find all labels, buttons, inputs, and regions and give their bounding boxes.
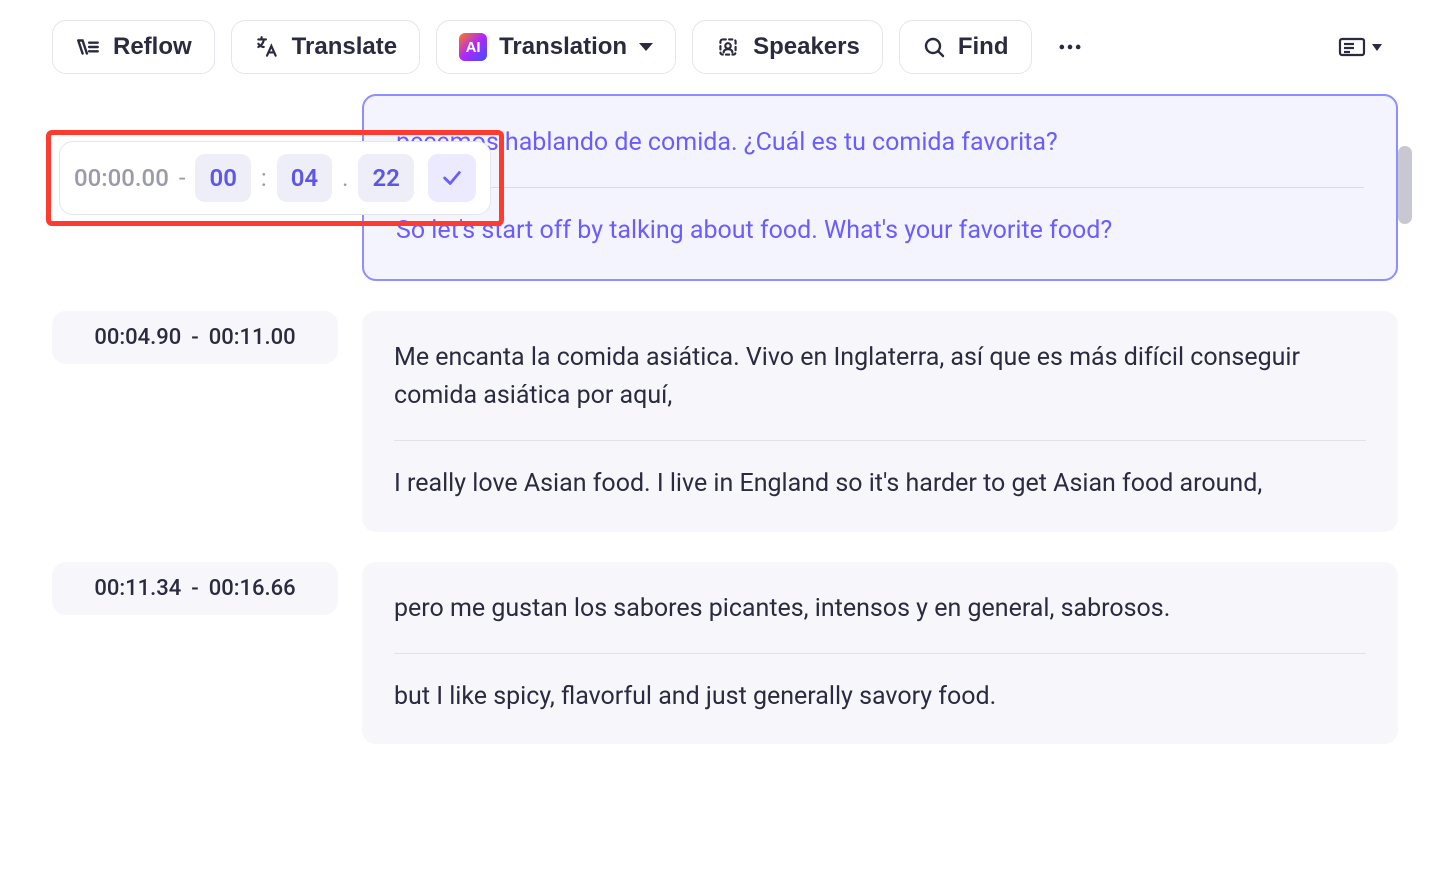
segment-divider	[394, 653, 1366, 654]
reflow-button[interactable]: Reflow	[52, 20, 215, 74]
time-editor-centis[interactable]: 22	[358, 154, 413, 202]
more-menu-button[interactable]	[1048, 25, 1092, 69]
find-button[interactable]: Find	[899, 20, 1032, 74]
translation-dropdown[interactable]: AI Translation	[436, 20, 676, 74]
time-editor-seconds[interactable]: 04	[277, 154, 332, 202]
time-start: 00:11.34	[94, 576, 181, 601]
time-pill[interactable]: 00:11.34 - 00:16.66	[52, 562, 338, 615]
time-editor-dot: .	[342, 164, 348, 192]
toolbar: Reflow Translate AI Translation Speakers…	[0, 8, 1434, 94]
app-container: Reflow Translate AI Translation Speakers…	[0, 0, 1434, 886]
translate-button[interactable]: Translate	[231, 20, 420, 74]
scrollbar-thumb[interactable]	[1398, 146, 1412, 224]
chevron-down-icon	[1372, 44, 1382, 51]
segment-target-text[interactable]: I really love Asian food. I live in Engl…	[394, 465, 1366, 504]
find-label: Find	[958, 33, 1009, 61]
speakers-button[interactable]: Speakers	[692, 20, 883, 74]
time-end: 00:11.00	[209, 325, 296, 350]
chevron-down-icon	[639, 43, 653, 51]
transcript-row: 00:11.34 - 00:16.66 pero me gustan los s…	[52, 562, 1398, 745]
time-editor[interactable]: 00:00.00 - 00 : 04 . 22	[59, 141, 491, 215]
time-editor-dash: -	[179, 164, 186, 192]
toolbar-right	[1338, 25, 1382, 69]
reflow-icon	[75, 34, 101, 60]
time-editor-minutes[interactable]: 00	[195, 154, 250, 202]
segment-source-text[interactable]: Me encanta la comida asiática. Vivo en I…	[394, 339, 1366, 417]
transcript-segment[interactable]: pero me gustan los sabores picantes, int…	[362, 562, 1398, 745]
segment-target-text[interactable]: but I like spicy, flavorful and just gen…	[394, 678, 1366, 717]
speakers-icon	[715, 34, 741, 60]
time-pill[interactable]: 00:04.90 - 00:11.00	[52, 311, 338, 364]
time-end: 00:16.66	[209, 576, 296, 601]
segment-source-text[interactable]: pero me gustan los sabores picantes, int…	[394, 590, 1366, 629]
translation-label: Translation	[499, 33, 627, 61]
transcript-segment-active[interactable]: pecemos hablando de comida. ¿Cuál es tu …	[362, 94, 1398, 281]
time-editor-highlight: 00:00.00 - 00 : 04 . 22	[46, 130, 504, 226]
search-icon	[922, 35, 946, 59]
translate-label: Translate	[292, 33, 397, 61]
reflow-label: Reflow	[113, 33, 192, 61]
segment-target-text[interactable]: So let's start off by talking about food…	[396, 212, 1364, 251]
time-start: 00:04.90	[94, 325, 181, 350]
time-editor-start: 00:00.00	[74, 164, 169, 192]
transcript-segment[interactable]: Me encanta la comida asiática. Vivo en I…	[362, 311, 1398, 532]
speakers-label: Speakers	[753, 33, 860, 61]
segment-divider	[396, 187, 1364, 188]
time-editor-colon: :	[261, 164, 267, 192]
translate-icon	[254, 34, 280, 60]
time-editor-confirm[interactable]	[428, 154, 476, 202]
segment-source-text[interactable]: pecemos hablando de comida. ¿Cuál es tu …	[396, 124, 1364, 163]
segment-divider	[394, 440, 1366, 441]
ai-badge-icon: AI	[459, 33, 487, 61]
transcript-row: 00:04.90 - 00:11.00 Me encanta la comida…	[52, 311, 1398, 532]
view-mode-dropdown[interactable]	[1338, 25, 1382, 69]
